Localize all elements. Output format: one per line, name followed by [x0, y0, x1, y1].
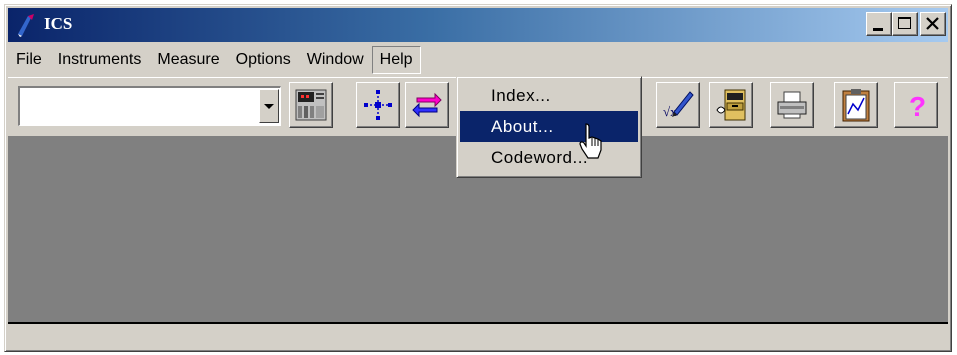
close-button[interactable] [920, 12, 946, 36]
minimize-button[interactable] [866, 12, 892, 36]
swap-arrows-icon [412, 92, 442, 118]
app-icon [18, 14, 34, 37]
clipboard-chart-icon [842, 89, 870, 122]
file-cabinet-button[interactable] [709, 82, 753, 128]
mouse-cursor-icon [579, 123, 602, 159]
network-icon [364, 90, 392, 120]
menu-bar: File Instruments Measure Options Window … [8, 45, 948, 75]
help-menu-codeword[interactable]: Codeword... [460, 142, 638, 173]
instrument-combo[interactable] [18, 86, 281, 126]
menu-window[interactable]: Window [299, 47, 372, 73]
file-cabinet-icon [716, 89, 746, 121]
svg-text:?: ? [909, 91, 926, 122]
maximize-icon [898, 17, 911, 29]
close-icon [926, 17, 939, 30]
printer-icon [777, 91, 807, 119]
printer-button[interactable] [770, 82, 814, 128]
help-menu-about[interactable]: About... [460, 111, 638, 142]
ics-window: ICS File Instruments Measure Options Win… [4, 4, 952, 352]
clipboard-chart-button[interactable] [834, 82, 878, 128]
status-bar [8, 325, 948, 349]
menu-options[interactable]: Options [228, 47, 299, 73]
minimize-icon [873, 28, 883, 31]
menu-measure[interactable]: Measure [149, 47, 227, 73]
window-title: ICS [44, 14, 73, 33]
menu-instruments[interactable]: Instruments [50, 47, 150, 73]
menu-file[interactable]: File [8, 47, 50, 73]
instrument-panel-icon [295, 89, 327, 121]
instrument-panel-button[interactable] [289, 82, 333, 128]
menu-help[interactable]: Help [371, 46, 421, 74]
help-menu-dropdown: Index... About... Codeword... [456, 76, 642, 178]
help-button[interactable]: ? [894, 82, 938, 128]
formula-pen-icon: √x [663, 91, 694, 119]
maximize-button[interactable] [892, 12, 918, 36]
swap-button[interactable] [405, 82, 449, 128]
help-menu-index[interactable]: Index... [460, 80, 638, 111]
help-question-icon: ? [909, 91, 926, 122]
formula-button[interactable]: √x [656, 82, 700, 128]
combo-dropdown-arrow[interactable] [259, 89, 279, 123]
title-bar[interactable]: ICS [8, 8, 948, 42]
network-button[interactable] [356, 82, 400, 128]
